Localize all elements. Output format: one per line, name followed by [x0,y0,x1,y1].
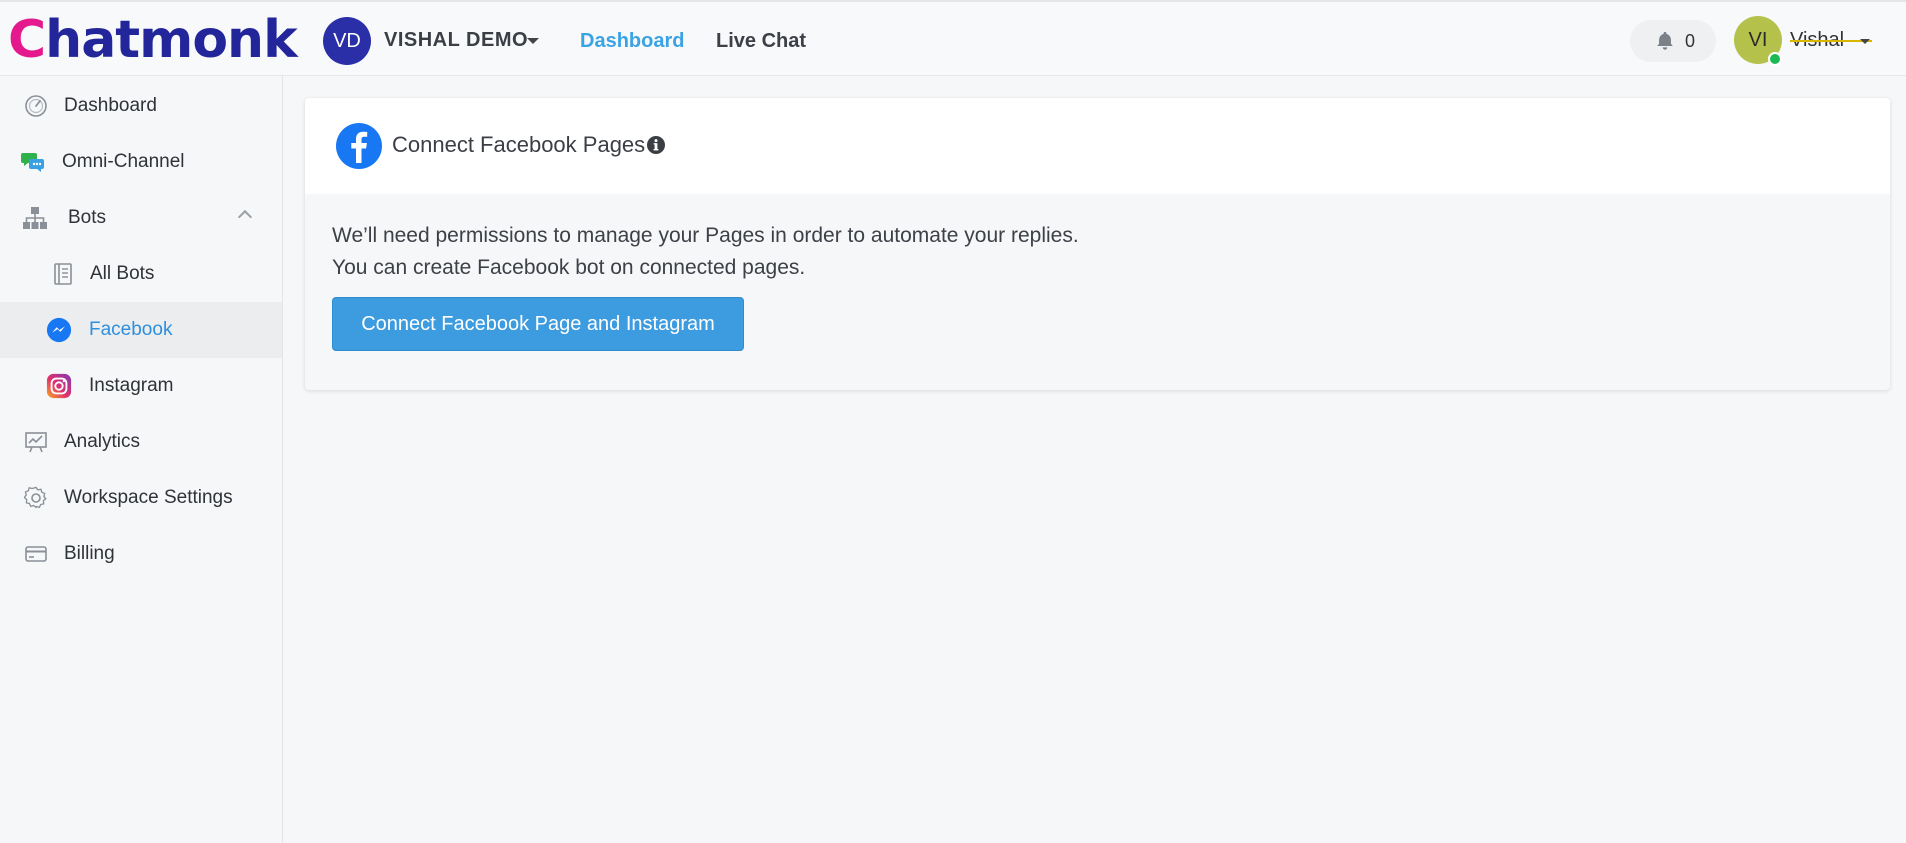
nav-dashboard-link[interactable]: Dashboard [580,30,684,53]
sidebar-item-label: Omni-Channel [62,151,185,172]
connect-facebook-card: Connect Facebook Pages We’ll need permis… [305,98,1890,390]
caret-down-icon[interactable] [1860,39,1870,44]
sidebar-item-omni-channel[interactable]: Omni-Channel [0,134,282,190]
card-title: Connect Facebook Pages [392,132,646,157]
workspace-name[interactable]: VISHAL DEMO [384,29,528,52]
sidebar: Dashboard Omni-Channel Bots All Bots Fac… [0,76,283,843]
chart-board-icon [23,429,49,455]
sidebar-item-label: Bots [68,207,107,228]
speedometer-icon [23,93,49,119]
connected-pages-text: You can create Facebook bot on connected… [332,256,806,279]
bell-icon [1657,31,1673,50]
chevron-up-icon[interactable] [237,209,253,225]
book-icon [50,261,76,287]
sidebar-item-label: Facebook [89,319,173,340]
card-header: Connect Facebook Pages [305,98,1890,194]
connect-facebook-instagram-button[interactable]: Connect Facebook Page and Instagram [332,297,744,351]
gear-icon [23,485,49,511]
sidebar-item-label: Analytics [64,431,141,452]
online-status-dot [1768,52,1782,66]
sidebar-item-label: Billing [64,543,115,564]
credit-card-icon [23,541,49,567]
sidebar-item-label: All Bots [90,263,155,284]
sidebar-item-all-bots[interactable]: All Bots [0,246,282,302]
instagram-icon [46,373,72,399]
sidebar-item-workspace-settings[interactable]: Workspace Settings [0,470,282,526]
nav-live-chat-link[interactable]: Live Chat [716,30,806,53]
sidebar-item-label: Dashboard [64,95,157,116]
sitemap-icon [22,205,48,231]
caret-down-icon[interactable] [527,38,539,44]
sidebar-item-facebook[interactable]: Facebook [0,302,282,358]
messenger-icon [46,317,72,343]
permissions-text: We’ll need permissions to manage your Pa… [332,224,1079,247]
top-navbar: Chatmonk VD VISHAL DEMO Dashboard Live C… [0,0,1906,76]
sidebar-item-label: Instagram [89,375,174,396]
workspace-avatar[interactable]: VD [323,17,371,65]
sidebar-item-dashboard[interactable]: Dashboard [0,78,282,134]
sidebar-item-bots[interactable]: Bots [0,190,282,246]
facebook-icon [336,123,382,169]
chatmonk-logo[interactable]: Chatmonk [8,10,298,70]
notifications-button[interactable]: 0 [1630,20,1716,62]
sidebar-item-instagram[interactable]: Instagram [0,358,282,414]
notification-count: 0 [1685,31,1696,51]
info-icon[interactable] [646,135,666,155]
chat-bubbles-icon [20,149,46,175]
sidebar-item-label: Workspace Settings [64,487,233,508]
sidebar-item-analytics[interactable]: Analytics [0,414,282,470]
sidebar-item-billing[interactable]: Billing [0,526,282,582]
